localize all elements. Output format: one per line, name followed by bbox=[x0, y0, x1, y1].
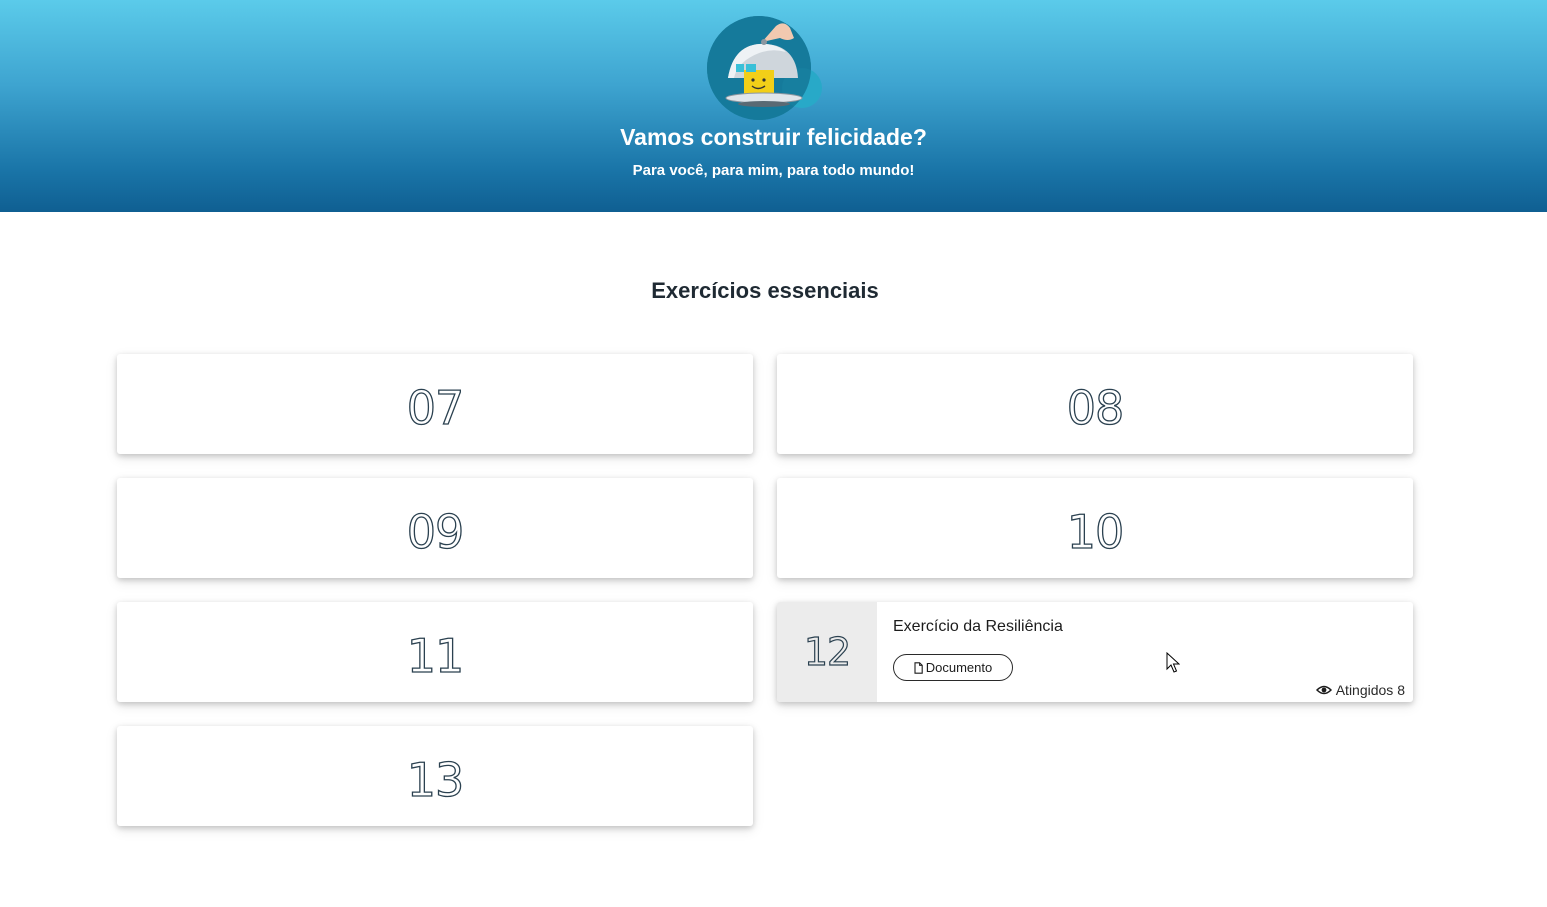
exercise-number: 09 bbox=[406, 504, 465, 559]
exercise-title: Exercício da Resiliência bbox=[893, 618, 1063, 635]
exercise-card-08[interactable]: 08 bbox=[777, 354, 1413, 454]
exercise-card-10[interactable]: 10 bbox=[777, 478, 1413, 578]
mouse-pointer-icon bbox=[1166, 652, 1180, 673]
exercise-number: 10 bbox=[1066, 504, 1125, 559]
document-button-label: Documento bbox=[925, 660, 993, 675]
eye-icon bbox=[1315, 685, 1332, 695]
hero-title: Vamos construir felicidade? bbox=[620, 124, 927, 150]
exercise-card-13[interactable]: 13 bbox=[117, 726, 753, 826]
exercise-card-07[interactable]: 07 bbox=[117, 354, 753, 454]
exercise-number: 07 bbox=[406, 380, 465, 435]
cloche-serving-happy-box-icon bbox=[707, 16, 822, 120]
exercise-card-11[interactable]: 11 bbox=[117, 602, 753, 702]
section-title: Exercícios essenciais bbox=[651, 278, 879, 303]
reached-label: Atingidos 8 bbox=[1335, 682, 1405, 698]
exercise-number: 13 bbox=[406, 752, 465, 807]
exercise-card-09[interactable]: 09 bbox=[117, 478, 753, 578]
exercise-number: 12 bbox=[777, 602, 877, 702]
exercise-number: 08 bbox=[1066, 380, 1125, 435]
document-button[interactable]: Documento bbox=[893, 654, 1013, 681]
hero-banner: Vamos construir felicidade? Para você, p… bbox=[0, 0, 1547, 212]
hero-subtitle: Para você, para mim, para todo mundo! bbox=[632, 162, 915, 179]
exercise-number: 11 bbox=[406, 628, 465, 683]
exercise-card-12[interactable]: 12 Exercício da Resiliência Documento At… bbox=[777, 602, 1413, 702]
file-icon bbox=[914, 661, 923, 674]
reached-count: Atingidos 8 bbox=[1315, 682, 1405, 698]
